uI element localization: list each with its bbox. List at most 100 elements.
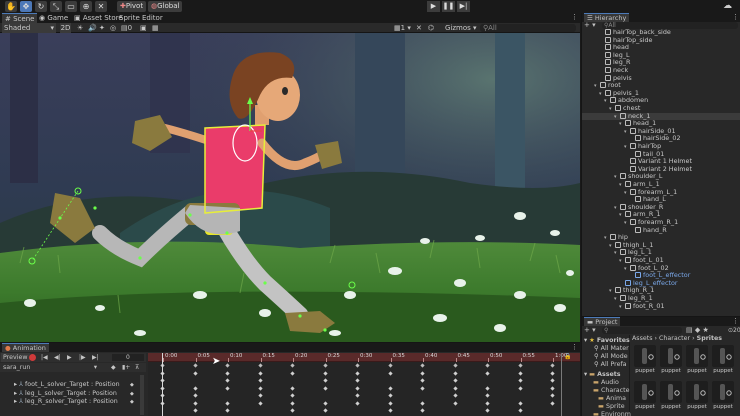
hierarchy-item[interactable]: neck xyxy=(582,66,740,75)
layers-icon[interactable]: ▤0 xyxy=(121,23,132,33)
keyframe-marker[interactable] xyxy=(192,400,198,406)
keyframe-marker[interactable] xyxy=(192,393,198,398)
keyframe-toggle-icon[interactable]: ◆ xyxy=(130,381,134,389)
scale-tool-icon[interactable]: ⤡ xyxy=(50,1,62,12)
breadcrumb-character[interactable]: Character xyxy=(659,335,690,342)
transform-tool-icon[interactable]: ⊕ xyxy=(80,1,92,12)
keyframe-marker[interactable] xyxy=(225,363,230,368)
pause-button[interactable]: ❚❚ xyxy=(442,1,455,12)
keyframe-marker[interactable] xyxy=(485,363,490,368)
gizmos-dropdown[interactable]: Gizmos ▾ xyxy=(445,23,477,33)
keyframe-marker[interactable] xyxy=(387,408,393,413)
move-tool-icon[interactable]: ✥ xyxy=(20,1,32,12)
2d-toggle[interactable]: 2D xyxy=(60,23,71,33)
project-menu-icon[interactable]: ⋮ xyxy=(732,317,739,325)
lighting-icon[interactable]: ☀ xyxy=(77,23,83,33)
keyframe-marker[interactable] xyxy=(387,370,393,376)
keyframe-marker[interactable] xyxy=(355,385,360,391)
hand-tool-icon[interactable]: ✋ xyxy=(5,1,17,12)
hierarchy-item[interactable]: leg_L_effector xyxy=(582,279,740,288)
hierarchy-item[interactable]: ▾ abdomen xyxy=(582,97,740,105)
play-icon[interactable]: ▶ xyxy=(67,353,72,362)
orientation-icon[interactable]: ⌬ xyxy=(428,23,434,33)
keyframe-marker[interactable] xyxy=(550,363,555,368)
sprite-asset[interactable]: puppet xyxy=(634,381,656,413)
keyframe-marker[interactable] xyxy=(452,393,458,398)
keyframe-marker[interactable] xyxy=(290,408,295,413)
keyframe-marker[interactable] xyxy=(322,408,328,413)
scene-viewport[interactable] xyxy=(0,33,580,342)
sprite-asset[interactable]: puppet xyxy=(712,345,734,377)
keyframe-marker[interactable] xyxy=(550,393,555,398)
keyframe-marker[interactable] xyxy=(420,408,425,413)
assets-item[interactable]: ▾ ▬ Assets xyxy=(584,371,621,379)
keyframe-marker[interactable] xyxy=(257,363,263,368)
playhead[interactable] xyxy=(162,353,163,416)
tab-animation[interactable]: ● Animation xyxy=(2,343,49,352)
hierarchy-item[interactable]: pelvis xyxy=(582,74,740,83)
create-asset-button[interactable]: + ▾ xyxy=(584,326,596,334)
grid-dropdown[interactable]: ▦1 ▾ xyxy=(394,23,411,33)
keyframe-marker[interactable] xyxy=(452,363,458,368)
tab-game[interactable]: ◉ Game xyxy=(36,13,71,23)
pivot-toggle[interactable]: ✚Pivot xyxy=(117,1,147,12)
hierarchy-item[interactable]: hairTop_back_side xyxy=(582,29,740,37)
breadcrumb-sprites[interactable]: Sprites xyxy=(697,335,722,342)
keyframe-marker[interactable] xyxy=(355,400,360,406)
asset-folder-item[interactable]: ▬ Audio xyxy=(593,379,619,387)
keyframe-marker[interactable] xyxy=(322,363,328,368)
favorite-item[interactable]: ⚲ All Mater xyxy=(594,345,629,353)
hierarchy-item[interactable]: ▾ pelvis_1 xyxy=(582,89,740,98)
keyframe-marker[interactable] xyxy=(355,378,360,383)
keyframe-marker[interactable] xyxy=(420,385,425,391)
hierarchy-search-input[interactable]: ⚲All xyxy=(602,22,738,29)
add-event-icon[interactable]: ▮+ xyxy=(122,363,130,372)
keyframe-marker[interactable] xyxy=(550,400,555,406)
keyframe-marker[interactable] xyxy=(485,385,490,391)
next-frame-icon[interactable]: |▶ xyxy=(79,353,86,362)
keyframe-marker[interactable] xyxy=(387,400,393,406)
sprite-asset[interactable]: puppet xyxy=(634,345,656,377)
preview-toggle[interactable]: Preview xyxy=(1,353,30,362)
keyframe-marker[interactable] xyxy=(517,378,523,383)
hierarchy-item[interactable]: ▾ chest xyxy=(582,104,740,113)
keyframe-marker[interactable] xyxy=(355,370,360,376)
keyframe-marker[interactable] xyxy=(192,363,198,368)
keyframe-marker[interactable] xyxy=(452,378,458,383)
audio-icon[interactable]: 🔊 xyxy=(88,23,97,33)
favorite-item[interactable]: ⚲ All Prefa xyxy=(594,361,627,369)
hierarchy-item[interactable]: head xyxy=(582,43,740,52)
hierarchy-item[interactable]: ▾ shoulder_R xyxy=(582,203,740,212)
keyframe-marker[interactable] xyxy=(517,370,523,376)
tools-icon[interactable]: ✕ xyxy=(416,23,422,33)
keyframe-marker[interactable] xyxy=(290,370,295,376)
keyframe-marker[interactable] xyxy=(517,400,523,406)
hierarchy-item[interactable]: leg_L xyxy=(582,51,740,60)
keyframe-marker[interactable] xyxy=(550,378,555,383)
last-frame-icon[interactable]: ▶| xyxy=(92,353,99,362)
keyframe-marker[interactable] xyxy=(225,378,230,383)
hierarchy-menu-icon[interactable]: ⋮ xyxy=(732,13,739,21)
prev-frame-icon[interactable]: ◀| xyxy=(54,353,61,362)
play-button[interactable]: ▶ xyxy=(427,1,440,12)
keyframe-marker[interactable] xyxy=(517,408,523,413)
keyframe-marker[interactable] xyxy=(192,385,198,391)
keyframe-marker[interactable] xyxy=(550,385,555,391)
keyframe-marker[interactable] xyxy=(485,370,490,376)
animation-property-row[interactable]: ▸ ⅄ leg_L_solver_Target : Position ◆ xyxy=(14,390,134,398)
keyframe-marker[interactable] xyxy=(485,393,490,398)
animation-property-row[interactable]: ▸ ⅄ foot_L_solver_Target : Position ◆ xyxy=(14,381,134,389)
keyframe-toggle-icon[interactable]: ◆ xyxy=(130,390,134,398)
animation-property-row[interactable]: ▸ ⅄ leg_R_solver_Target : Position ◆ xyxy=(14,398,134,406)
project-search-input[interactable]: ⚲ xyxy=(602,327,682,334)
filter-icon[interactable]: ▤ ◆ ★ xyxy=(686,326,709,334)
hierarchy-item[interactable]: ▾ thigh_L_1 xyxy=(582,241,740,250)
step-button[interactable]: ▶| xyxy=(457,1,470,12)
keyframe-marker[interactable] xyxy=(257,385,263,391)
lock-icon[interactable]: 🔒 xyxy=(564,353,571,360)
keyframe-marker[interactable] xyxy=(192,408,198,413)
hierarchy-item[interactable]: leg_R xyxy=(582,59,740,67)
keyframe-marker[interactable] xyxy=(257,370,263,376)
keyframe-marker[interactable] xyxy=(517,385,523,391)
shading-dropdown[interactable]: Shaded ▾ xyxy=(2,23,56,33)
